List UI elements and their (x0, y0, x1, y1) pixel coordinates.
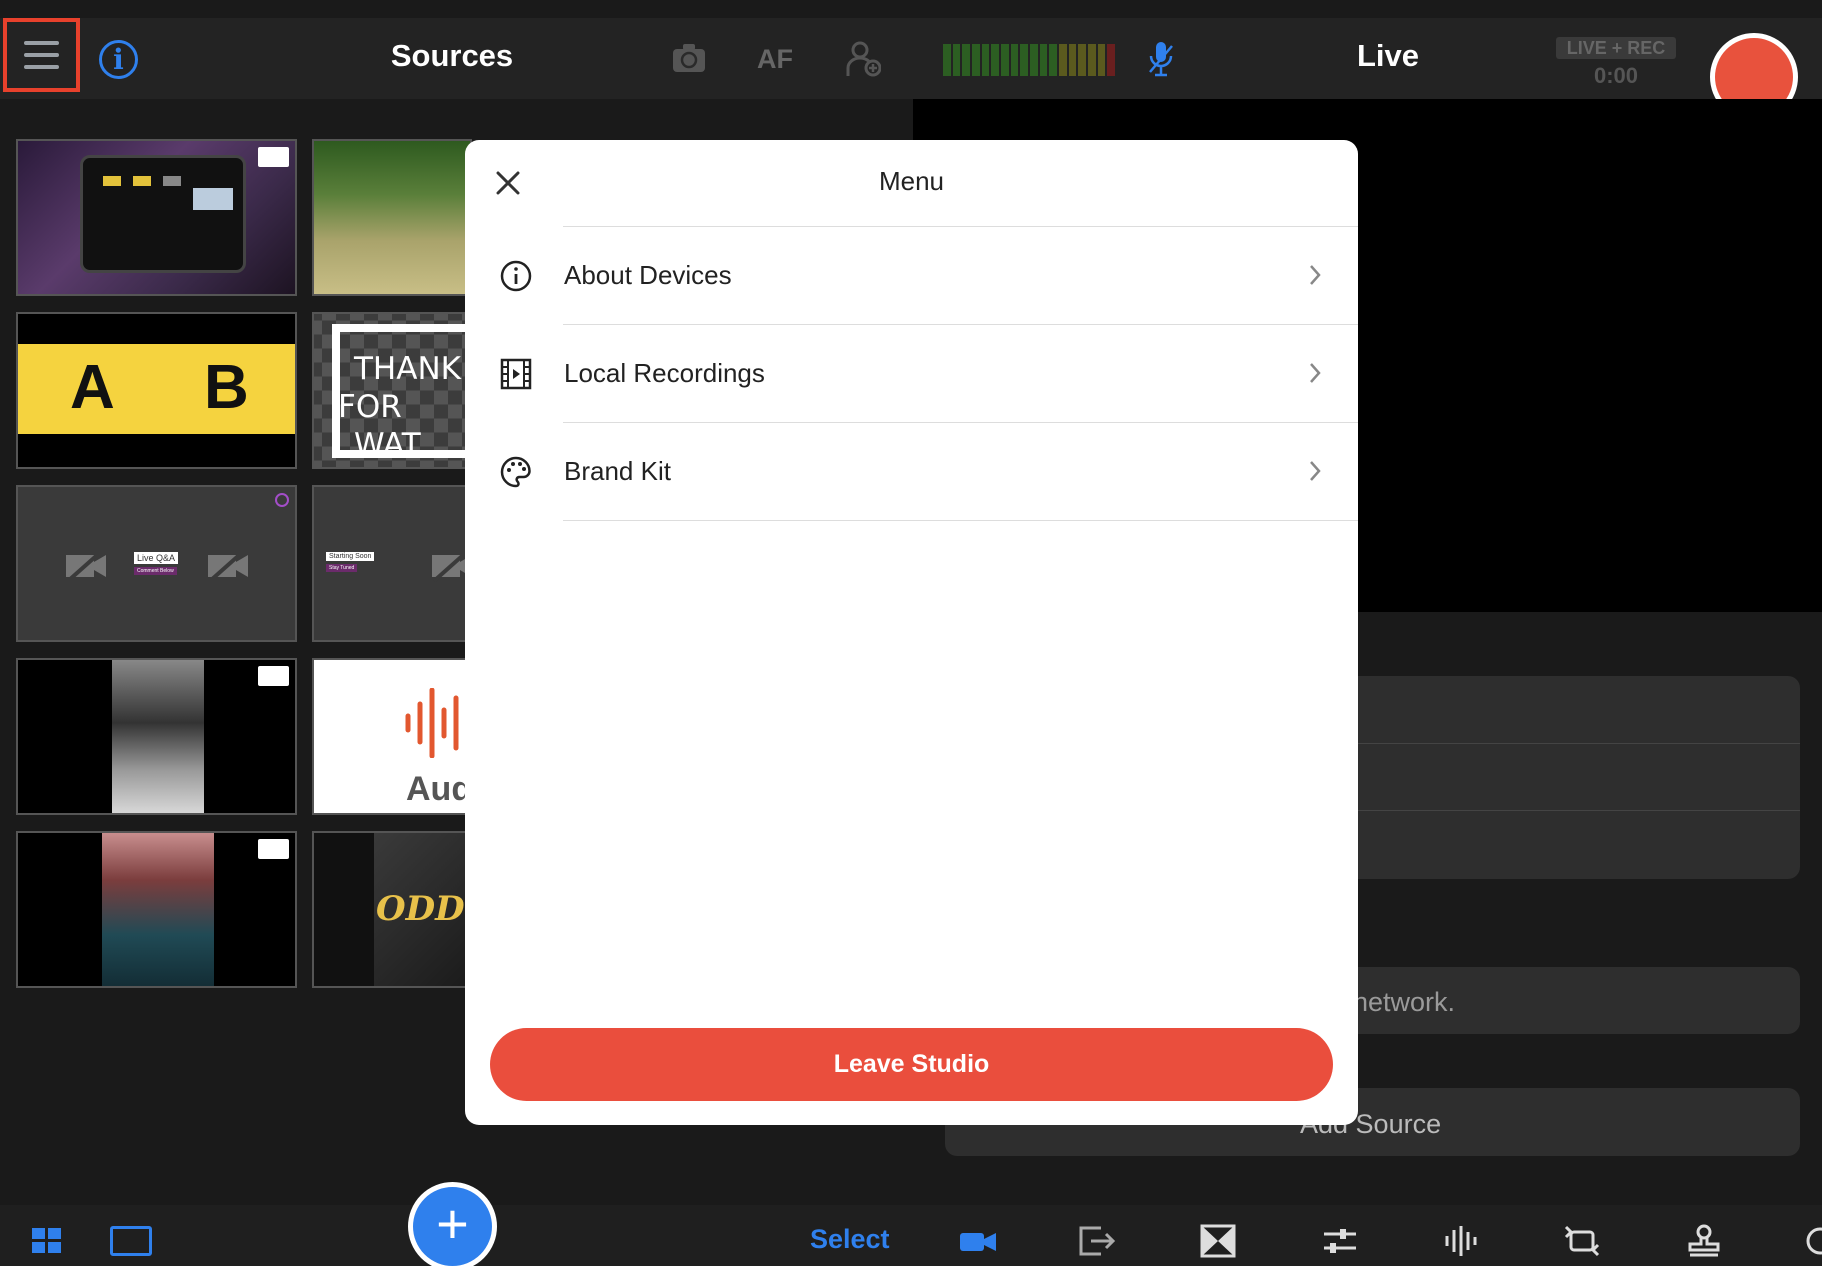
chat-icon[interactable] (1800, 1224, 1822, 1258)
camera-off-icon (66, 547, 106, 583)
camera-off-icon (208, 547, 248, 583)
app-window: i Sources AF A B THANK FOR WAT Live Q&A … (0, 0, 1822, 1266)
microphone-muted-icon[interactable] (1148, 40, 1174, 78)
hamburger-icon-line (24, 53, 59, 57)
image-badge-icon (258, 147, 289, 167)
thanks-text: THANK FOR WAT (338, 351, 461, 463)
layout-view-icon[interactable] (110, 1226, 152, 1256)
video-badge-icon (258, 666, 289, 686)
ab-band (18, 344, 295, 434)
camera-switch-icon[interactable] (671, 42, 707, 74)
select-button[interactable]: Select (810, 1224, 890, 1255)
autofocus-button[interactable]: AF (757, 44, 793, 75)
transition-icon[interactable] (1198, 1224, 1238, 1258)
audio-wave-icon (405, 688, 470, 758)
sources-title: Sources (390, 38, 514, 73)
hamburger-icon-line (24, 65, 59, 69)
ab-letter-a: A (70, 353, 115, 422)
source-tile-wheat[interactable] (312, 139, 472, 296)
starting-label: Starting Soon (326, 552, 375, 561)
palette-icon (500, 456, 531, 488)
starting-sub-label: Stay Tuned (326, 564, 358, 572)
source-tile-portrait[interactable] (16, 831, 297, 988)
switch-layout-icon[interactable] (1562, 1224, 1602, 1258)
qa-sub-label: Comment Below (134, 567, 177, 575)
ab-letter-b: B (204, 353, 249, 422)
menu-title: Menu (878, 166, 945, 196)
add-source-button[interactable]: + (408, 1182, 497, 1266)
info-icon[interactable]: i (99, 40, 138, 79)
adjustments-icon[interactable] (1320, 1224, 1360, 1258)
menu-item-local-recordings[interactable]: Local Recordings (465, 325, 1358, 423)
divider (563, 520, 1358, 521)
source-tile-video[interactable] (16, 658, 297, 815)
source-tile-audio[interactable]: Aud (312, 658, 472, 815)
menu-modal: Menu About Devices Local Recordings Bran… (465, 140, 1358, 1125)
stamp-icon[interactable] (1684, 1224, 1724, 1258)
grid-view-icon[interactable] (32, 1228, 63, 1255)
menu-button[interactable] (3, 18, 80, 92)
source-tile-odds[interactable]: ODDS (312, 831, 472, 988)
source-tile-qa[interactable]: Live Q&A Comment Below (16, 485, 297, 642)
chevron-right-icon (1310, 461, 1321, 481)
audio-level-meter (943, 44, 1116, 76)
source-tile-starting[interactable]: Starting Soon Stay Tuned (312, 485, 472, 642)
tablet-image (80, 155, 246, 273)
info-circle-icon (500, 260, 532, 292)
audio-mixer-icon[interactable] (1441, 1224, 1481, 1258)
shared-indicator-icon (275, 493, 289, 507)
audio-label: Aud (406, 770, 472, 808)
leave-studio-button[interactable]: Leave Studio (490, 1028, 1333, 1101)
source-tile-tablet[interactable] (16, 139, 297, 296)
menu-item-label: Brand Kit (564, 456, 671, 486)
record-timer: 0:00 (1593, 63, 1639, 88)
hamburger-icon-line (24, 41, 59, 45)
film-icon (500, 358, 532, 390)
source-tile-ab[interactable]: A B (16, 312, 297, 469)
live-rec-badge: LIVE + REC (1556, 37, 1676, 59)
video-thumbnail (112, 660, 204, 813)
menu-item-label: Local Recordings (564, 358, 765, 388)
chevron-right-icon (1310, 265, 1321, 285)
portrait-photo (102, 833, 214, 986)
menu-item-about-devices[interactable]: About Devices (465, 227, 1358, 325)
menu-item-brand-kit[interactable]: Brand Kit (465, 423, 1358, 521)
chevron-right-icon (1310, 363, 1321, 383)
image-badge-icon (258, 839, 289, 859)
guest-add-icon[interactable] (845, 40, 881, 78)
video-camera-icon[interactable] (958, 1224, 998, 1258)
live-title: Live (1356, 38, 1420, 73)
odds-label: ODDS (376, 889, 470, 929)
qa-label: Live Q&A (134, 552, 179, 564)
output-icon[interactable] (1077, 1224, 1117, 1258)
menu-item-label: About Devices (564, 260, 732, 290)
source-tile-thanks[interactable]: THANK FOR WAT (312, 312, 472, 469)
